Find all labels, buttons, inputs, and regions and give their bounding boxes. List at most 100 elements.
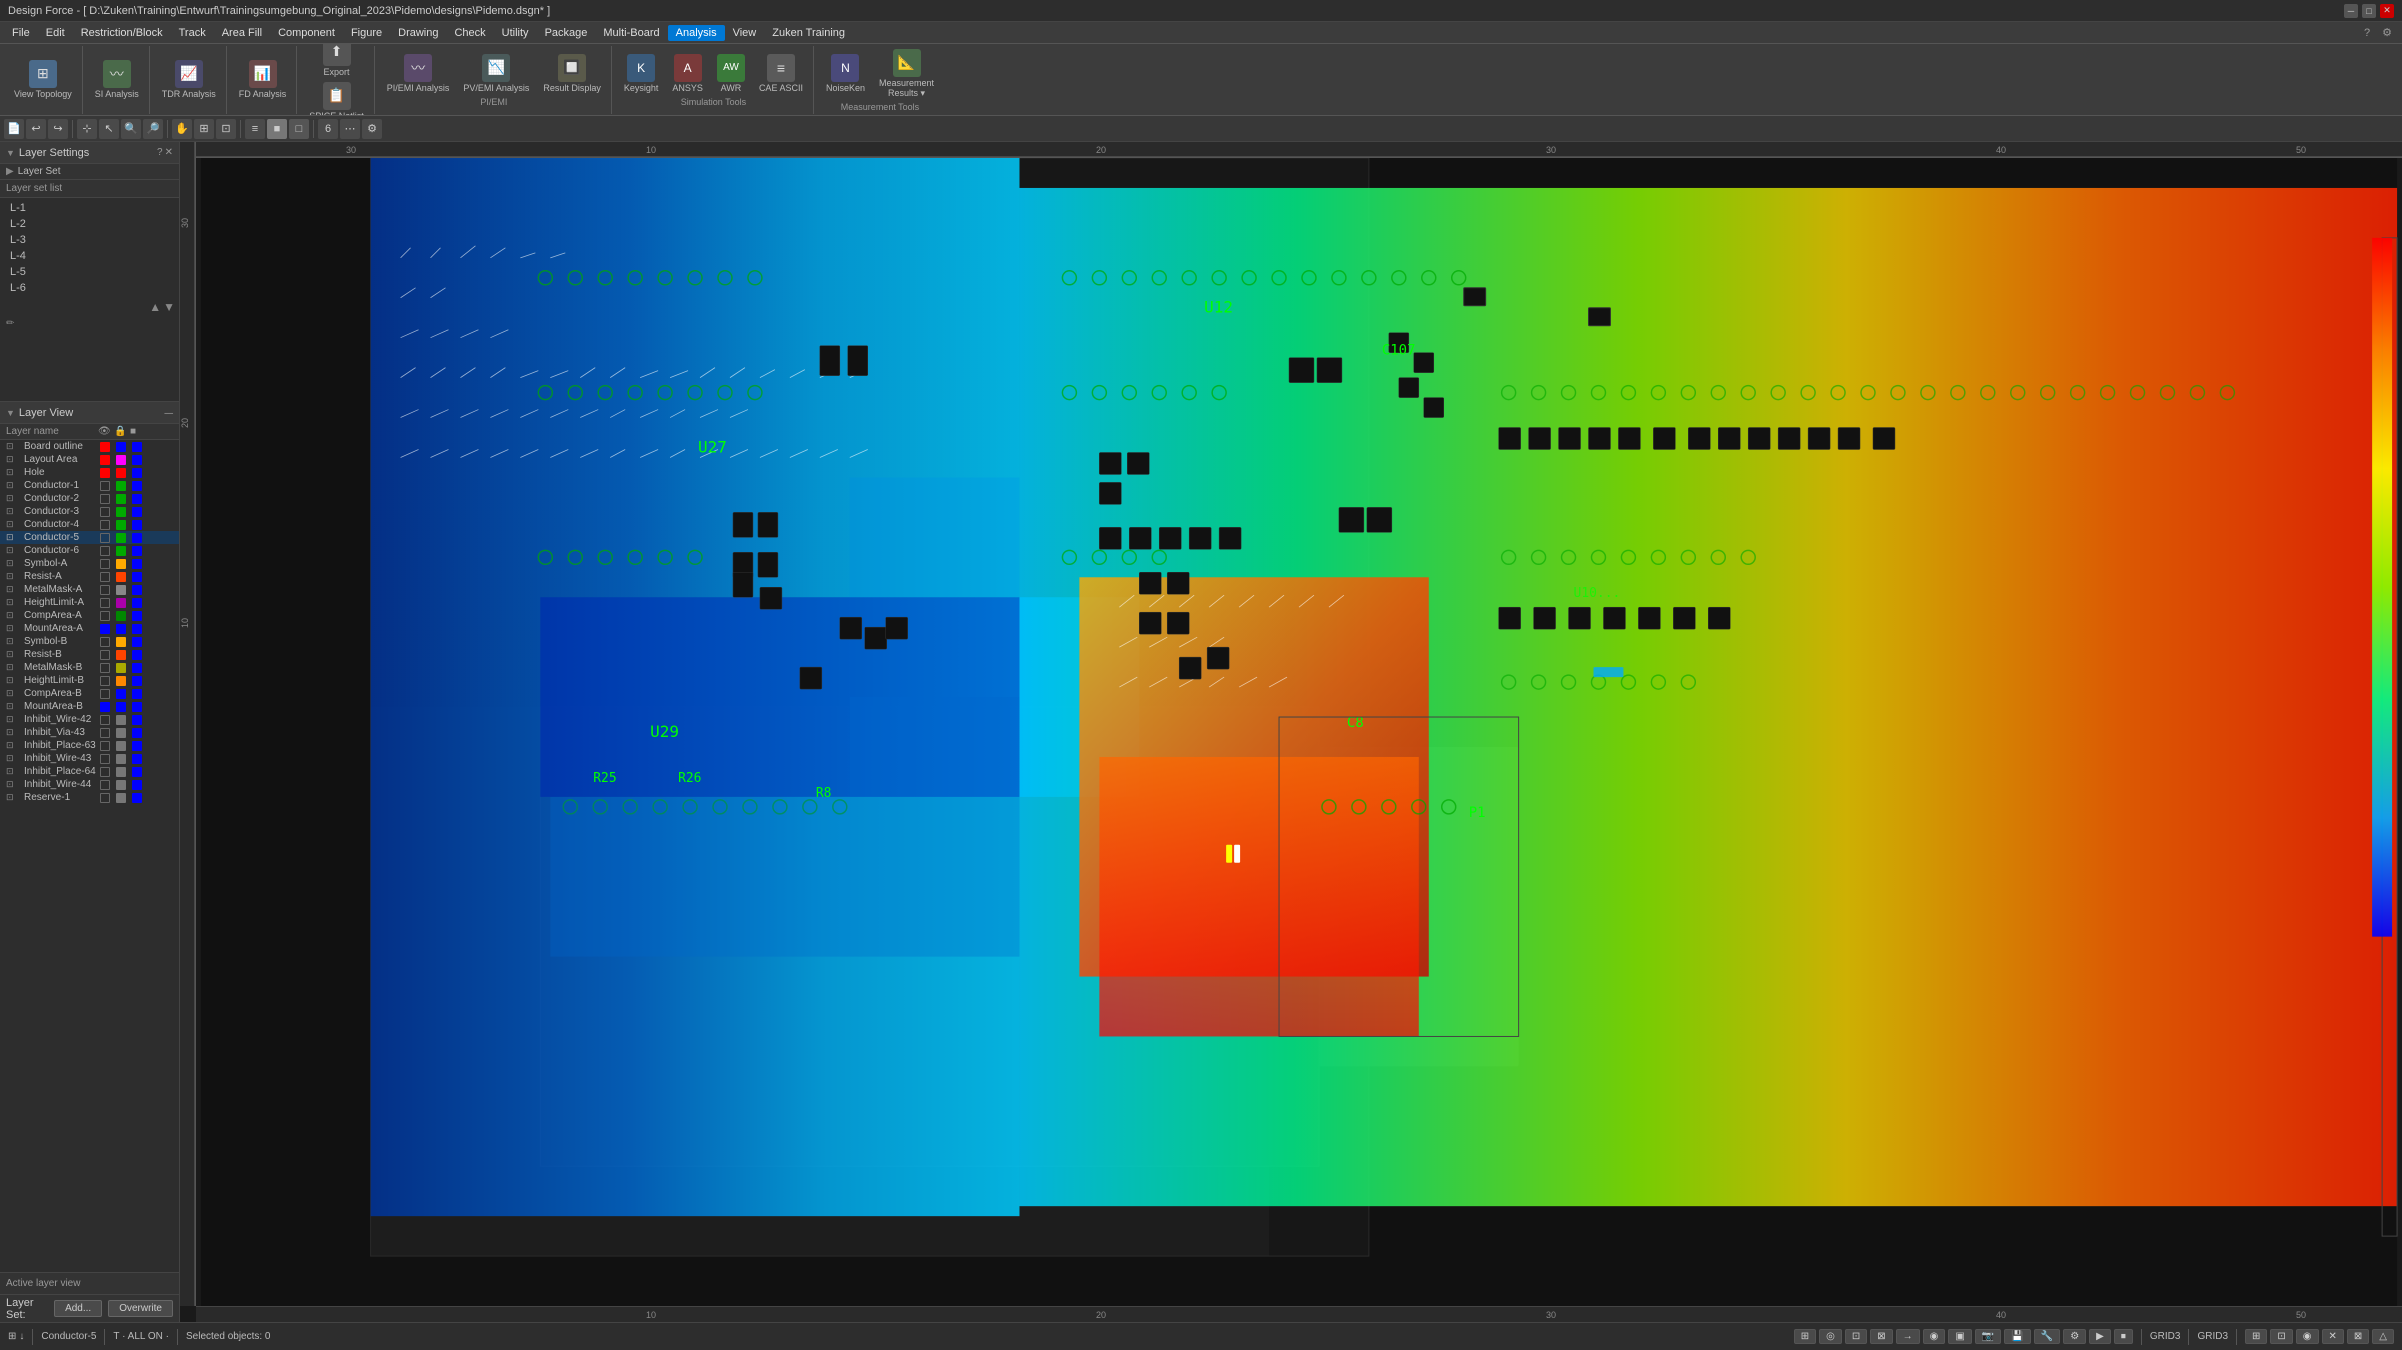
- scroll-down-arrow[interactable]: ▼: [163, 300, 175, 314]
- status-extra4[interactable]: ✕: [2322, 1329, 2344, 1344]
- close-button[interactable]: ✕: [2380, 4, 2394, 18]
- layer-row-board-outline[interactable]: ⊡ Board outline: [0, 440, 179, 453]
- menu-utility[interactable]: Utility: [494, 25, 537, 41]
- menu-zuken-training[interactable]: Zuken Training: [764, 25, 853, 41]
- menu-edit[interactable]: Edit: [38, 25, 73, 41]
- status-icon11[interactable]: ⚙: [2063, 1329, 2086, 1344]
- tb2-snap[interactable]: ⊡: [216, 119, 236, 139]
- status-icon12[interactable]: ▶: [2089, 1329, 2111, 1344]
- layer-row-inhibit-place-63[interactable]: ⊡ Inhibit_Place-63: [0, 739, 179, 752]
- status-icon9[interactable]: 💾: [2004, 1329, 2030, 1344]
- status-icon13[interactable]: ⏹: [2114, 1329, 2133, 1344]
- status-extra2[interactable]: ⊡: [2270, 1329, 2292, 1344]
- menu-multi-board[interactable]: Multi-Board: [595, 25, 667, 41]
- layer-row-conductor5[interactable]: ⊡ Conductor-5: [0, 531, 179, 544]
- status-icon7[interactable]: ▣: [1948, 1329, 1971, 1344]
- tb2-color[interactable]: ■: [267, 119, 287, 139]
- menu-file[interactable]: File: [4, 25, 38, 41]
- layer-set-item-l2[interactable]: L-2: [6, 216, 173, 232]
- tb2-pointer[interactable]: ↖: [99, 119, 119, 139]
- menu-package[interactable]: Package: [537, 25, 596, 41]
- layer-row-inhibit-via-43[interactable]: ⊡ Inhibit_Via-43: [0, 726, 179, 739]
- status-extra6[interactable]: △: [2372, 1329, 2394, 1344]
- menu-analysis[interactable]: Analysis: [668, 25, 725, 41]
- minimize-button[interactable]: ─: [2344, 4, 2358, 18]
- view-topology-button[interactable]: ⊞ View Topology: [8, 58, 78, 102]
- tb2-new[interactable]: 📄: [4, 119, 24, 139]
- help-icon[interactable]: ?: [2358, 27, 2376, 39]
- layer-settings-close[interactable]: ✕: [165, 147, 173, 158]
- spice-netlist-button[interactable]: 📋 SPICE Netlist: [303, 80, 370, 117]
- layer-row-inhibit-wire-44[interactable]: ⊡ Inhibit_Wire-44: [0, 778, 179, 791]
- layer-settings-help[interactable]: ?: [157, 147, 163, 158]
- layer-row-mountarea-a[interactable]: ⊡ MountArea-A: [0, 622, 179, 635]
- menu-restriction[interactable]: Restriction/Block: [73, 25, 171, 41]
- layer-row-conductor6[interactable]: ⊡ Conductor-6: [0, 544, 179, 557]
- tb2-pan[interactable]: ✋: [172, 119, 192, 139]
- tb2-redo[interactable]: ↪: [48, 119, 68, 139]
- tb2-color2[interactable]: □: [289, 119, 309, 139]
- layer-row-comparea-b[interactable]: ⊡ CompArea-B: [0, 687, 179, 700]
- noiseken-button[interactable]: N NoiseKen: [820, 47, 871, 101]
- status-icon1[interactable]: ⊞: [1794, 1329, 1816, 1344]
- layer-row-conductor4[interactable]: ⊡ Conductor-4: [0, 518, 179, 531]
- menu-check[interactable]: Check: [446, 25, 493, 41]
- layer-row-resist-a[interactable]: ⊡ Resist-A: [0, 570, 179, 583]
- layer-row-conductor2[interactable]: ⊡ Conductor-2: [0, 492, 179, 505]
- layer-row-reserve-1[interactable]: ⊡ Reserve-1: [0, 791, 179, 804]
- layer-row-heightlimit-b[interactable]: ⊡ HeightLimit-B: [0, 674, 179, 687]
- menu-drawing[interactable]: Drawing: [390, 25, 446, 41]
- layer-row-hole[interactable]: ⊡ Hole: [0, 466, 179, 479]
- layer-set-item-l6[interactable]: L-6: [6, 280, 173, 296]
- status-icon8[interactable]: 📷: [1975, 1329, 2001, 1344]
- status-extra1[interactable]: ⊞: [2245, 1329, 2267, 1344]
- tb2-undo[interactable]: ↩: [26, 119, 46, 139]
- menu-area-fill[interactable]: Area Fill: [214, 25, 270, 41]
- layer-set-expand[interactable]: ▶: [6, 166, 14, 177]
- pv-emi-analysis-button[interactable]: 📉 PV/EMI Analysis: [457, 52, 535, 96]
- status-down-icon[interactable]: ↓: [19, 1331, 24, 1342]
- settings-icon[interactable]: ⚙: [2376, 26, 2398, 39]
- layer-row-conductor3[interactable]: ⊡ Conductor-3: [0, 505, 179, 518]
- keysight-button[interactable]: K Keysight: [618, 52, 665, 96]
- layer-view-collapse[interactable]: ─: [164, 406, 173, 420]
- layer-set-item-l5[interactable]: L-5: [6, 264, 173, 280]
- status-icon5[interactable]: →: [1896, 1329, 1920, 1344]
- status-icon10[interactable]: 🔧: [2034, 1329, 2060, 1344]
- tb2-num1[interactable]: 6: [318, 119, 338, 139]
- layer-set-item-l4[interactable]: L-4: [6, 248, 173, 264]
- status-icon2[interactable]: ◎: [1819, 1329, 1842, 1344]
- layer-row-heightlimit-a[interactable]: ⊡ HeightLimit-A: [0, 596, 179, 609]
- layer-row-metalmask-a[interactable]: ⊡ MetalMask-A: [0, 583, 179, 596]
- layer-row-symbol-a[interactable]: ⊡ Symbol-A: [0, 557, 179, 570]
- pi-emi-analysis-button[interactable]: 〰 PI/EMI Analysis: [381, 52, 456, 96]
- layer-row-inhibit-wire-42[interactable]: ⊡ Inhibit_Wire-42: [0, 713, 179, 726]
- pcb-canvas-content[interactable]: U12 C107 U27 U29 R25 R26 R8 C8 P1: [196, 158, 2402, 1306]
- layer-row-inhibit-wire-43[interactable]: ⊡ Inhibit_Wire-43: [0, 752, 179, 765]
- menu-view[interactable]: View: [725, 25, 765, 41]
- layer-view-expand-icon[interactable]: ▼: [6, 408, 15, 418]
- status-extra3[interactable]: ◉: [2296, 1329, 2319, 1344]
- tb2-dots[interactable]: ⋯: [340, 119, 360, 139]
- menu-track[interactable]: Track: [171, 25, 214, 41]
- tb2-select[interactable]: ⊹: [77, 119, 97, 139]
- layer-row-mountarea-b[interactable]: ⊡ MountArea-B: [0, 700, 179, 713]
- export-button[interactable]: ⬆ Export: [317, 44, 357, 80]
- status-icon3[interactable]: ⊡: [1845, 1329, 1867, 1344]
- measurement-results-button[interactable]: 📐 MeasurementResults ▾: [873, 47, 940, 101]
- layer-row-metalmask-b[interactable]: ⊡ MetalMask-B: [0, 661, 179, 674]
- result-display-button[interactable]: 🔲 Result Display: [537, 52, 607, 96]
- ansys-button[interactable]: A ANSYS: [666, 52, 709, 96]
- edit-layer-icon[interactable]: ✏: [0, 316, 179, 331]
- tb2-zoom-out[interactable]: 🔎: [143, 119, 163, 139]
- layer-set-item-l1[interactable]: L-1: [6, 200, 173, 216]
- cae-ascii-button[interactable]: ≡ CAE ASCII: [753, 52, 809, 96]
- layer-settings-expand-icon[interactable]: ▼: [6, 148, 15, 158]
- status-icon6[interactable]: ◉: [1923, 1329, 1946, 1344]
- canvas-area[interactable]: 30 10 20 30 40 50 30 20 10 10 20 30 4: [180, 142, 2402, 1322]
- menu-component[interactable]: Component: [270, 25, 343, 41]
- tb2-layers[interactable]: ≡: [245, 119, 265, 139]
- layer-row-comparea-a[interactable]: ⊡ CompArea-A: [0, 609, 179, 622]
- tb2-settings[interactable]: ⚙: [362, 119, 382, 139]
- layer-row-layout-area[interactable]: ⊡ Layout Area: [0, 453, 179, 466]
